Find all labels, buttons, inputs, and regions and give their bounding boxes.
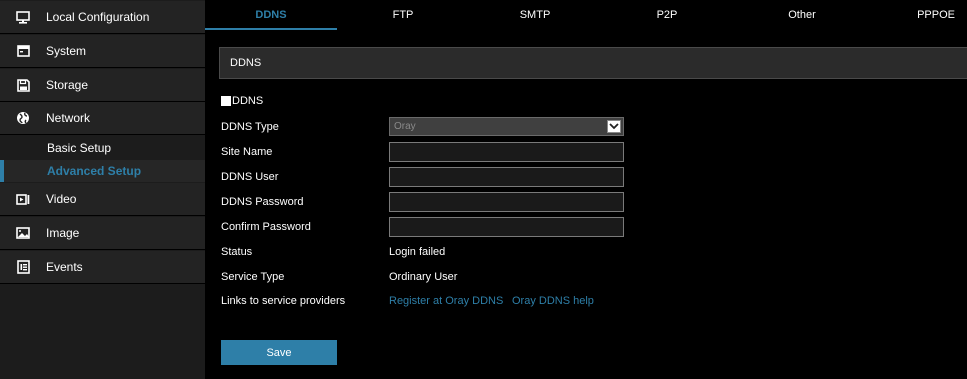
section-title: DDNS xyxy=(230,57,262,69)
sidebar-item-label: System xyxy=(46,44,87,58)
sidebar-item-label: Image xyxy=(46,226,80,240)
sidebar: Local Configuration System Storage Netwo… xyxy=(0,0,205,379)
service-type-label: Service Type xyxy=(221,271,285,283)
sidebar-item-label: Video xyxy=(46,192,77,206)
ddns-type-value: Oray xyxy=(394,121,416,132)
ddns-password-label: DDNS Password xyxy=(221,196,304,208)
events-icon xyxy=(0,260,46,274)
help-link[interactable]: Oray DDNS help xyxy=(512,295,594,307)
tab-smtp[interactable]: SMTP xyxy=(469,0,601,30)
sidebar-subitem-label: Advanced Setup xyxy=(47,164,142,178)
floppy-icon xyxy=(0,78,46,92)
ddns-type-select[interactable]: Oray xyxy=(389,117,624,136)
image-icon xyxy=(0,227,46,239)
save-button[interactable]: Save xyxy=(221,340,337,365)
sidebar-item-video[interactable]: Video xyxy=(0,183,205,216)
sidebar-subitem-advanced-setup[interactable]: Advanced Setup xyxy=(0,160,205,182)
checkbox-box[interactable] xyxy=(221,96,231,106)
tab-other[interactable]: Other xyxy=(733,0,871,30)
sidebar-item-label: Storage xyxy=(46,78,89,92)
ddns-enable-checkbox[interactable]: DDNS xyxy=(221,95,263,107)
status-label: Status xyxy=(221,246,253,258)
tab-ftp[interactable]: FTP xyxy=(337,0,469,30)
globe-icon xyxy=(0,111,46,125)
tab-pppoe[interactable]: PPPOE xyxy=(871,0,967,30)
confirm-password-input[interactable] xyxy=(389,217,624,237)
ddns-password-input[interactable] xyxy=(389,192,624,212)
sidebar-item-label: Local Configuration xyxy=(46,10,150,24)
tab-ddns[interactable]: DDNS xyxy=(205,0,337,30)
ddns-type-label: DDNS Type xyxy=(221,121,279,133)
sidebar-item-system[interactable]: System xyxy=(0,35,205,68)
ddns-user-label: DDNS User xyxy=(221,171,279,183)
site-name-label: Site Name xyxy=(221,146,273,158)
ddns-enable-label: DDNS xyxy=(232,95,264,107)
sidebar-item-network[interactable]: Network xyxy=(0,102,205,135)
chevron-down-icon[interactable] xyxy=(607,120,621,133)
links-label: Links to service providers xyxy=(221,295,346,307)
register-link[interactable]: Register at Oray DDNS xyxy=(389,295,503,307)
sidebar-item-events[interactable]: Events xyxy=(0,251,205,284)
sidebar-item-local-configuration[interactable]: Local Configuration xyxy=(0,1,205,34)
service-type-value: Ordinary User xyxy=(389,271,458,283)
status-value: Login failed xyxy=(389,246,446,258)
monitor-icon xyxy=(0,10,46,24)
tab-bar: DDNS FTP SMTP P2P Other PPPOE xyxy=(205,0,967,30)
section-header: DDNS xyxy=(219,47,967,79)
sidebar-item-label: Network xyxy=(46,111,91,125)
sidebar-item-storage[interactable]: Storage xyxy=(0,69,205,102)
sidebar-subitem-label: Basic Setup xyxy=(47,141,112,155)
system-icon xyxy=(0,45,46,57)
video-icon xyxy=(0,193,46,205)
site-name-input[interactable] xyxy=(389,142,624,162)
sidebar-item-image[interactable]: Image xyxy=(0,217,205,250)
sidebar-item-label: Events xyxy=(46,260,83,274)
ddns-user-input[interactable] xyxy=(389,167,624,187)
tab-p2p[interactable]: P2P xyxy=(601,0,733,30)
confirm-password-label: Confirm Password xyxy=(221,221,311,233)
sidebar-subitem-basic-setup[interactable]: Basic Setup xyxy=(0,137,205,159)
